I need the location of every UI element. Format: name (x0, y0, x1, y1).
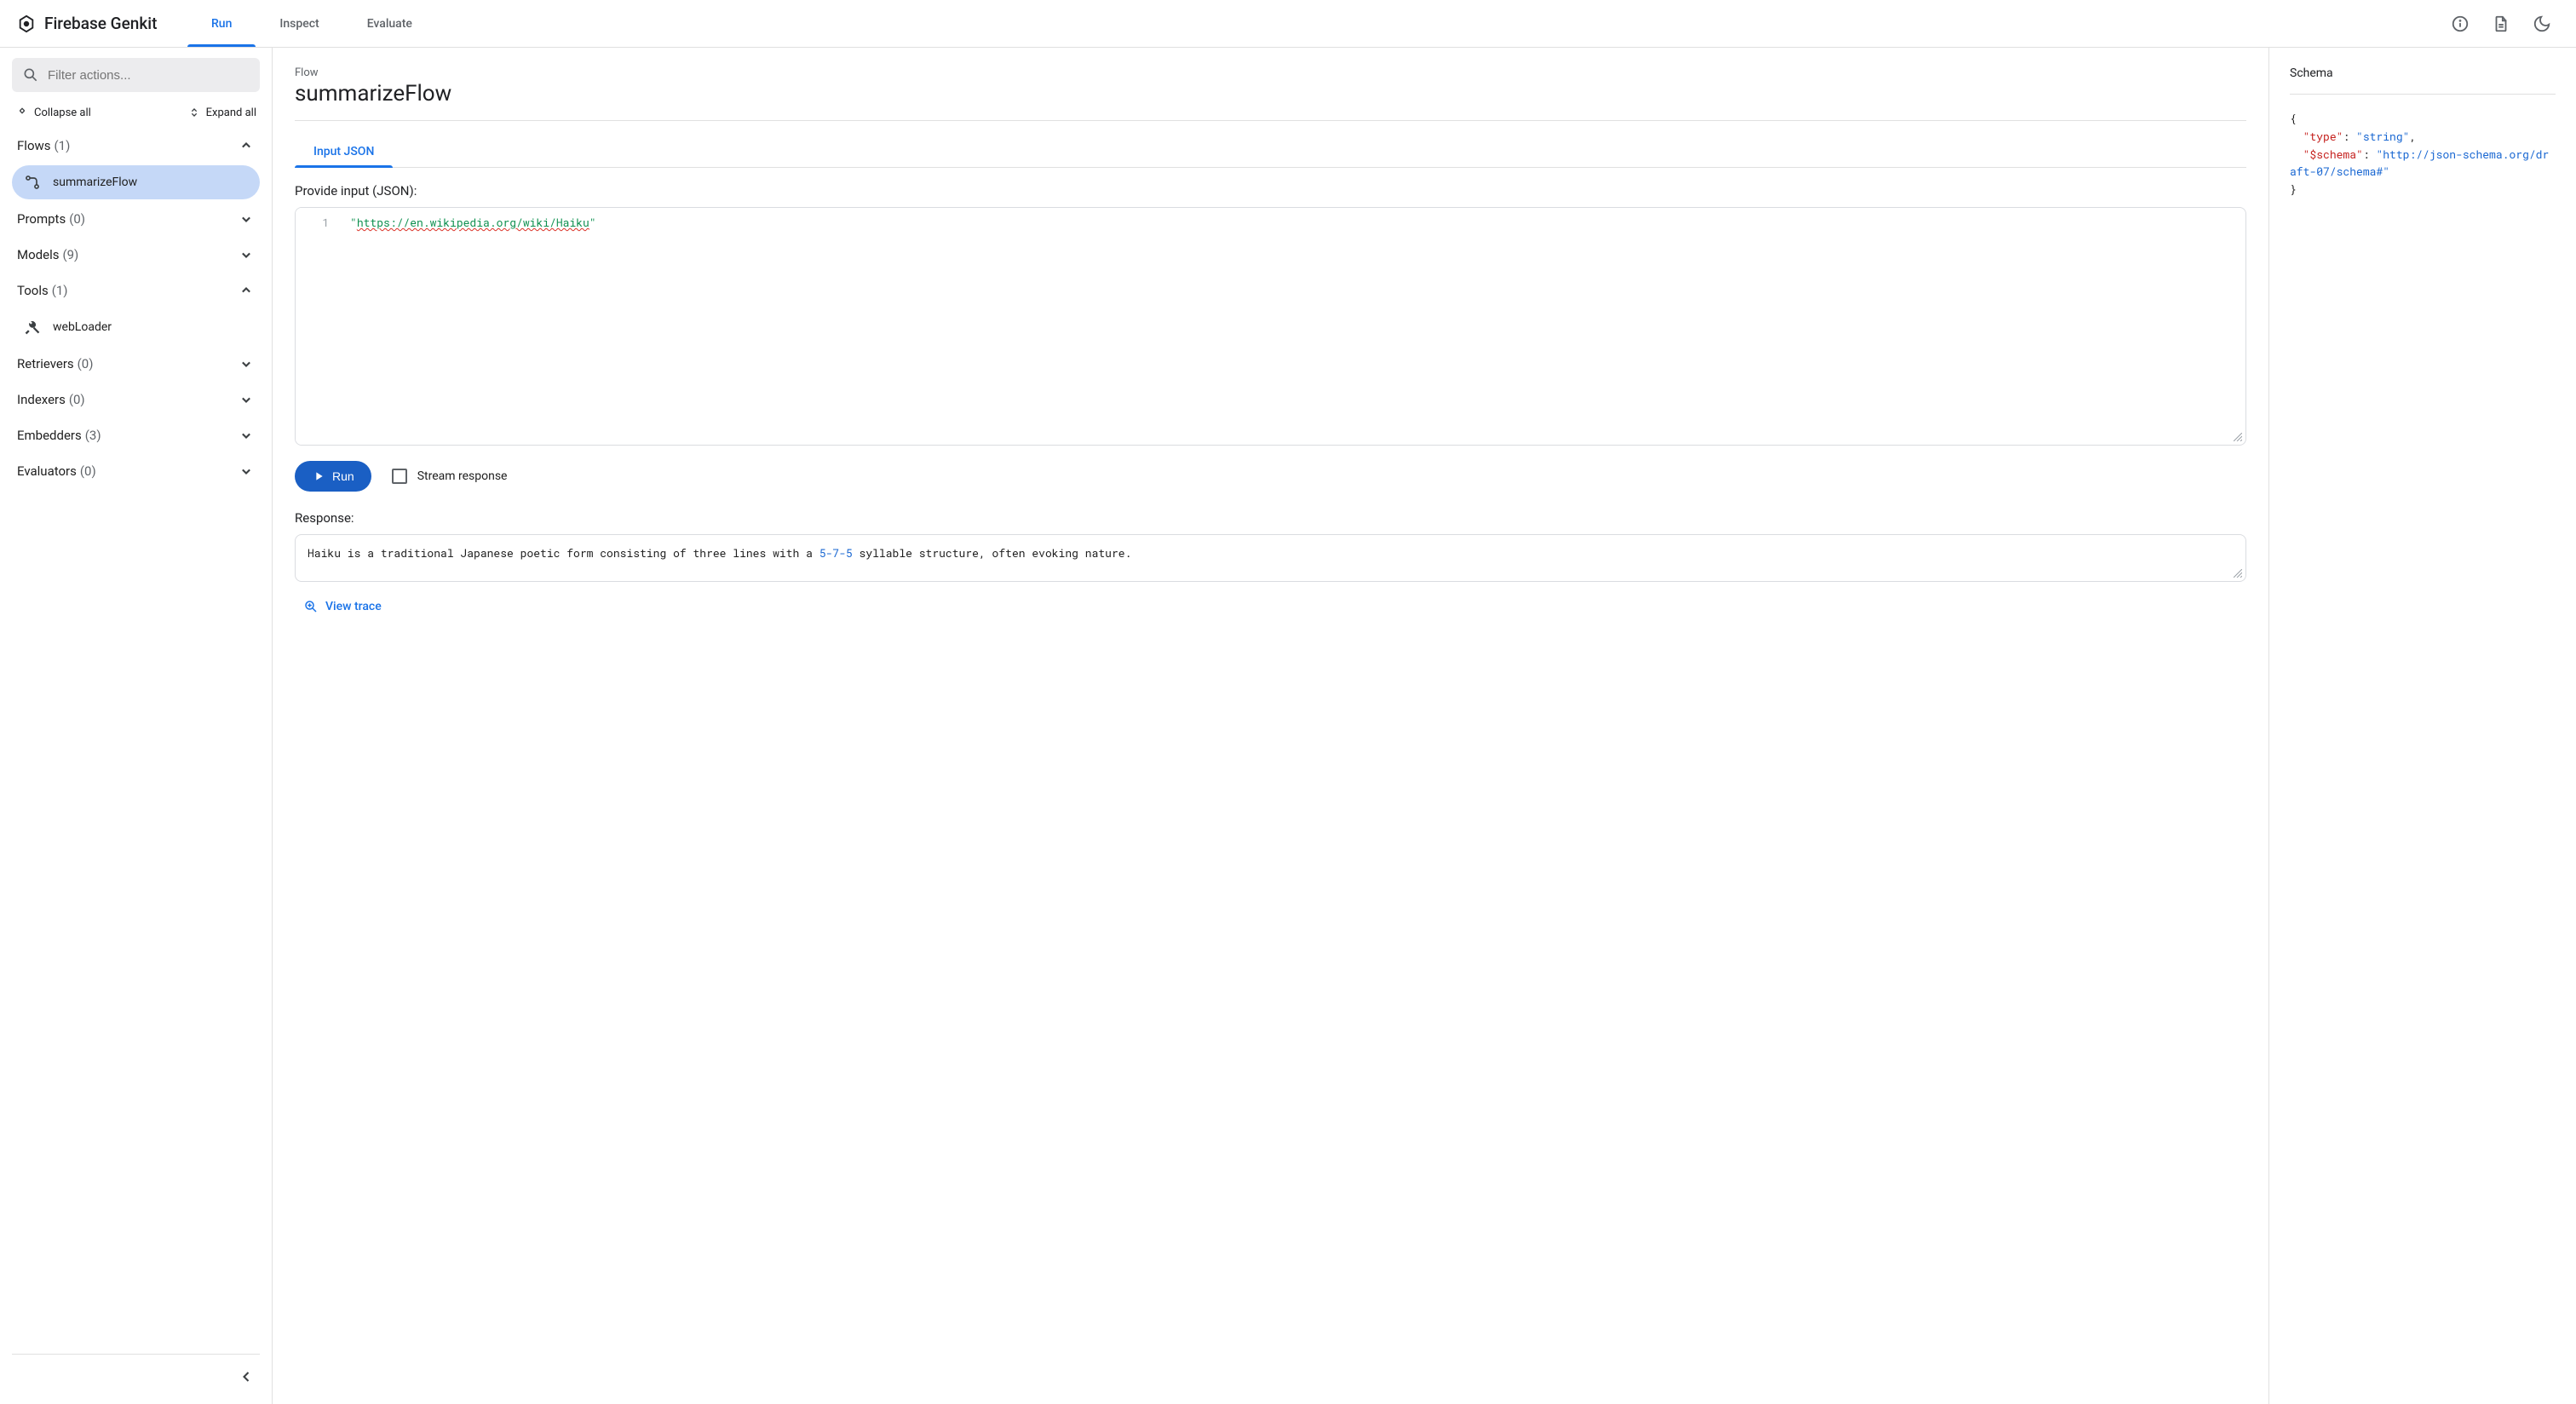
chevron-up-icon (238, 137, 255, 154)
run-button[interactable]: Run (295, 461, 371, 492)
sidebar: Collapse all Expand all Flows (1) summari… (0, 48, 273, 1404)
view-trace-button[interactable]: View trace (295, 594, 2246, 619)
tab-evaluate[interactable]: Evaluate (343, 0, 436, 47)
dark-mode-icon[interactable] (2525, 7, 2559, 41)
sidebar-item-label: webLoader (53, 320, 112, 334)
section-embedders[interactable]: Embedders (3) (12, 417, 260, 453)
genkit-logo-icon (17, 14, 36, 33)
response-label: Response: (295, 510, 2246, 526)
section-tools[interactable]: Tools (1) (12, 273, 260, 308)
section-models[interactable]: Models (9) (12, 237, 260, 273)
chevron-down-icon (238, 463, 255, 480)
chevron-down-icon (238, 355, 255, 372)
filter-actions-search[interactable] (12, 58, 260, 92)
sidebar-item-label: summarizeFlow (53, 176, 137, 189)
flow-icon (24, 174, 41, 191)
tab-inspect[interactable]: Inspect (256, 0, 342, 47)
sidebar-item-summarizeflow[interactable]: summarizeFlow (12, 165, 260, 199)
info-icon[interactable] (2443, 7, 2477, 41)
page-title: summarizeFlow (295, 81, 2246, 121)
breadcrumb: Flow (295, 66, 2246, 79)
logo-area: Firebase Genkit (7, 14, 177, 33)
schema-json: { "type": "string", "$schema": "http://j… (2290, 110, 2556, 199)
schema-header: Schema (2290, 66, 2556, 95)
chevron-down-icon (238, 391, 255, 408)
product-name: Firebase Genkit (44, 14, 157, 33)
resize-handle-icon[interactable] (2234, 433, 2242, 441)
tab-input-json[interactable]: Input JSON (295, 136, 393, 167)
json-input-editor[interactable]: 1 "https://en.wikipedia.org/wiki/Haiku" (295, 207, 2246, 446)
section-prompts[interactable]: Prompts (0) (12, 201, 260, 237)
schema-panel: Schema { "type": "string", "$schema": "h… (2269, 48, 2576, 1404)
line-gutter: 1 (296, 208, 342, 445)
expand-icon (187, 106, 201, 119)
collapse-all-button[interactable]: Collapse all (15, 106, 91, 119)
sidebar-collapse-button[interactable] (233, 1363, 260, 1390)
input-label: Provide input (JSON): (295, 183, 2246, 199)
nav-tabs: Run Inspect Evaluate (187, 0, 436, 47)
section-retrievers[interactable]: Retrievers (0) (12, 346, 260, 382)
sub-tabs: Input JSON (295, 136, 2246, 168)
chevron-down-icon (238, 246, 255, 263)
tool-icon (24, 319, 41, 336)
stream-response-checkbox[interactable]: Stream response (392, 469, 508, 484)
chevron-down-icon (238, 210, 255, 227)
response-output: Haiku is a traditional Japanese poetic f… (295, 534, 2246, 582)
app-header: Firebase Genkit Run Inspect Evaluate (0, 0, 2576, 48)
section-evaluators[interactable]: Evaluators (0) (12, 453, 260, 489)
main-content: Flow summarizeFlow Input JSON Provide in… (273, 48, 2269, 1404)
section-indexers[interactable]: Indexers (0) (12, 382, 260, 417)
chevron-up-icon (238, 282, 255, 299)
chevron-down-icon (238, 427, 255, 444)
header-actions (2443, 7, 2569, 41)
tab-run[interactable]: Run (187, 0, 256, 47)
resize-handle-icon[interactable] (2234, 569, 2242, 578)
document-icon[interactable] (2484, 7, 2518, 41)
collapse-icon (15, 106, 29, 119)
play-icon (312, 469, 325, 483)
section-flows[interactable]: Flows (1) (12, 128, 260, 164)
trace-icon (303, 599, 319, 614)
code-content[interactable]: "https://en.wikipedia.org/wiki/Haiku" (342, 208, 2245, 445)
filter-actions-input[interactable] (48, 68, 250, 83)
checkbox-icon (392, 469, 407, 484)
search-icon (22, 66, 39, 83)
sidebar-item-webloader[interactable]: webLoader (12, 310, 260, 344)
expand-all-button[interactable]: Expand all (187, 106, 256, 119)
